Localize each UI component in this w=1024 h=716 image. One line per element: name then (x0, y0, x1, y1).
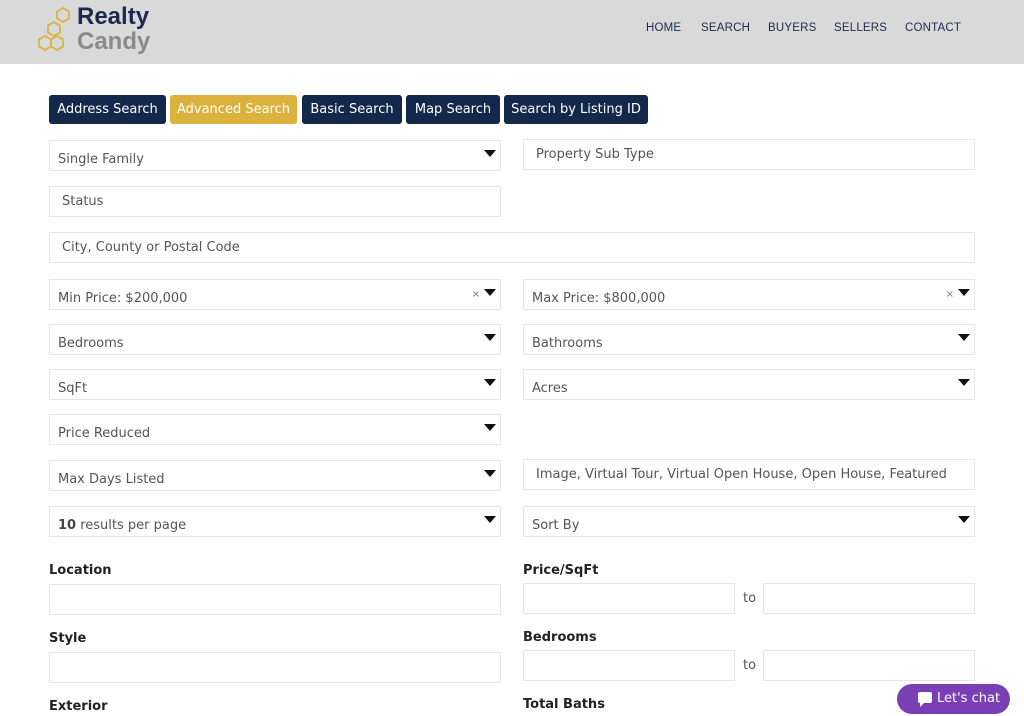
bedrooms-value: Bedrooms (58, 336, 124, 351)
max-days-listed-select[interactable]: Max Days Listed (49, 460, 501, 491)
location-placeholder: City, County or Postal Code (62, 240, 240, 255)
results-count: 10 (58, 518, 77, 533)
dropdown-caret-icon (958, 516, 970, 523)
property-sub-type-placeholder: Property Sub Type (536, 147, 654, 162)
nav-buyers[interactable]: BUYERS (768, 22, 817, 34)
sqft-select[interactable]: SqFt (49, 369, 501, 400)
site-logo[interactable]: Realty Candy (36, 2, 166, 58)
max-price-select[interactable]: Max Price: $800,000 × (523, 279, 975, 310)
min-price-select[interactable]: Min Price: $200,000 × (49, 279, 501, 310)
exterior-label: Exterior (49, 699, 108, 714)
features-filter-input[interactable]: Image, Virtual Tour, Virtual Open House,… (523, 459, 975, 490)
nav-sellers[interactable]: SELLERS (834, 22, 887, 34)
property-type-select[interactable]: Single Family (49, 140, 501, 171)
hexagon-logo-icon (38, 6, 70, 52)
dropdown-caret-icon (958, 334, 970, 341)
bedrooms-to-label: to (743, 658, 757, 673)
dropdown-caret-icon (484, 379, 496, 386)
dropdown-caret-icon (484, 289, 496, 296)
tab-basic-search[interactable]: Basic Search (302, 95, 402, 124)
status-placeholder: Status (62, 194, 104, 209)
chat-button[interactable]: Let's chat (897, 684, 1010, 714)
logo-line-realty: Realty (77, 3, 150, 30)
location-input[interactable] (49, 584, 501, 615)
features-placeholder: Image, Virtual Tour, Virtual Open House,… (536, 467, 947, 482)
logo-line-candy: Candy (77, 28, 151, 55)
nav-contact[interactable]: CONTACT (905, 22, 961, 34)
bedrooms-select[interactable]: Bedrooms (49, 324, 501, 355)
style-input[interactable] (49, 652, 501, 683)
results-per-page-select[interactable]: 10 results per page (49, 506, 501, 537)
price-sqft-min-input[interactable] (523, 583, 735, 614)
chat-label: Let's chat (937, 691, 1001, 706)
location-label: Location (49, 563, 112, 578)
property-sub-type-input[interactable]: Property Sub Type (523, 139, 975, 170)
acres-value: Acres (532, 381, 568, 396)
dropdown-caret-icon (958, 289, 970, 296)
status-input[interactable]: Status (49, 186, 501, 217)
clear-icon[interactable]: × (946, 289, 954, 300)
price-reduced-value: Price Reduced (58, 426, 151, 441)
property-type-value: Single Family (58, 152, 144, 167)
logo-wordmark: Realty Candy (77, 4, 150, 54)
dropdown-caret-icon (484, 334, 496, 341)
total-baths-label: Total Baths (523, 697, 605, 712)
bedrooms-min-input[interactable] (523, 650, 735, 681)
bedrooms-range-label: Bedrooms (523, 630, 597, 645)
price-reduced-select[interactable]: Price Reduced (49, 414, 501, 445)
tab-map-search[interactable]: Map Search (406, 95, 500, 124)
tab-address-search[interactable]: Address Search (49, 95, 166, 124)
dropdown-caret-icon (958, 379, 970, 386)
style-label: Style (49, 631, 87, 646)
nav-home[interactable]: HOME (646, 22, 681, 34)
acres-select[interactable]: Acres (523, 369, 975, 400)
sort-by-select[interactable]: Sort By (523, 506, 975, 537)
nav-search[interactable]: SEARCH (701, 22, 750, 34)
site-header: Realty Candy HOME SEARCH BUYERS SELLERS … (0, 0, 1024, 64)
dropdown-caret-icon (484, 470, 496, 477)
min-price-value: Min Price: $200,000 (58, 291, 188, 306)
results-suffix: results per page (76, 518, 187, 533)
price-sqft-max-input[interactable] (763, 583, 975, 614)
max-price-value: Max Price: $800,000 (532, 291, 666, 306)
results-per-page-value: 10 results per page (58, 518, 186, 533)
sqft-value: SqFt (58, 381, 88, 396)
bedrooms-max-input[interactable] (763, 650, 975, 681)
bathrooms-select[interactable]: Bathrooms (523, 324, 975, 355)
dropdown-caret-icon (484, 424, 496, 431)
dropdown-caret-icon (484, 150, 496, 157)
price-sqft-label: Price/SqFt (523, 563, 599, 578)
location-search-input[interactable]: City, County or Postal Code (49, 232, 975, 263)
chat-bubble-icon (918, 692, 932, 707)
sort-by-value: Sort By (532, 518, 580, 533)
price-sqft-to-label: to (743, 591, 757, 606)
clear-icon[interactable]: × (472, 289, 480, 300)
tab-search-by-listing-id[interactable]: Search by Listing ID (504, 95, 648, 124)
tab-advanced-search[interactable]: Advanced Search (170, 95, 297, 124)
dropdown-caret-icon (484, 516, 496, 523)
max-days-listed-value: Max Days Listed (58, 472, 165, 487)
bathrooms-value: Bathrooms (532, 336, 603, 351)
